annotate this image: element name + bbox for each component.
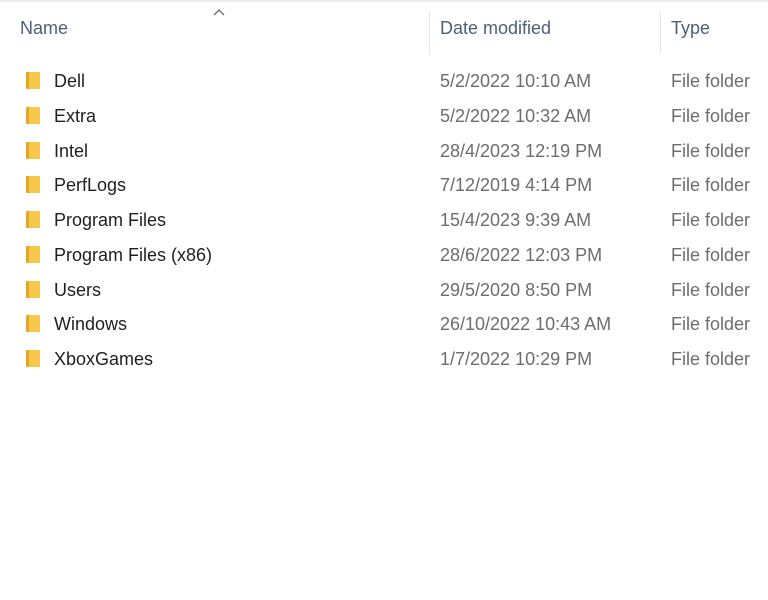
item-date-modified: 7/12/2019 4:14 PM <box>440 175 593 196</box>
item-date-modified: 26/10/2022 10:43 AM <box>440 314 612 335</box>
column-header-name[interactable]: Name <box>20 2 425 54</box>
item-name: Intel <box>54 140 89 161</box>
item-type: File folder <box>671 175 751 196</box>
folder-icon <box>26 72 40 89</box>
list-item[interactable]: PerfLogs 7/12/2019 4:14 PM File folder <box>0 168 768 203</box>
item-type: File folder <box>671 105 751 126</box>
column-header-row: Name Date modified Type <box>0 2 768 54</box>
item-date-modified: 28/4/2023 12:19 PM <box>440 140 603 161</box>
item-name: Program Files <box>54 210 167 230</box>
column-header-date-modified[interactable]: Date modified <box>440 2 655 54</box>
item-type: File folder <box>671 244 751 265</box>
column-header-name-label: Name <box>20 17 69 38</box>
list-item[interactable]: Intel 28/4/2023 12:19 PM File folder <box>0 134 768 169</box>
item-name: XboxGames <box>54 349 154 369</box>
list-item[interactable]: Extra 5/2/2022 10:32 AM File folder <box>0 99 768 134</box>
item-type: File folder <box>671 140 751 161</box>
item-name: Program Files (x86) <box>54 244 213 265</box>
folder-icon <box>26 315 40 333</box>
list-item[interactable]: XboxGames 1/7/2022 10:29 PM File folder <box>0 342 768 377</box>
item-type: File folder <box>671 314 751 335</box>
folder-icon <box>26 106 40 124</box>
list-item[interactable]: Program Files 15/4/2023 9:39 AM File fol… <box>0 203 768 238</box>
folder-icon <box>26 350 40 367</box>
column-header-type-label: Type <box>671 17 711 38</box>
item-type: File folder <box>671 349 751 369</box>
folder-icon <box>26 211 40 228</box>
folder-icon <box>26 141 40 159</box>
list-item[interactable]: Dell 5/2/2022 10:10 AM File folder <box>0 64 768 99</box>
item-name: Windows <box>54 314 128 335</box>
list-item[interactable]: Windows 26/10/2022 10:43 AM File folder <box>0 307 768 342</box>
item-type: File folder <box>671 210 751 230</box>
item-date-modified: 15/4/2023 9:39 AM <box>440 210 592 230</box>
column-header-date-label: Date modified <box>440 17 552 38</box>
item-type: File folder <box>671 71 751 91</box>
item-date-modified: 5/2/2022 10:10 AM <box>440 71 592 91</box>
folder-icon <box>26 245 40 263</box>
folder-icon <box>26 176 40 194</box>
item-type: File folder <box>671 279 751 300</box>
column-separator[interactable] <box>660 12 661 54</box>
item-name: PerfLogs <box>54 175 127 196</box>
item-name: Users <box>54 279 102 300</box>
item-date-modified: 29/5/2020 8:50 PM <box>440 279 593 300</box>
file-list-view: Name Date modified Type Dell 5/2/2022 10… <box>0 0 768 600</box>
folder-icon <box>26 280 40 298</box>
item-date-modified: 28/6/2022 12:03 PM <box>440 244 603 265</box>
column-separator[interactable] <box>429 12 430 54</box>
list-item[interactable]: Program Files (x86) 28/6/2022 12:03 PM F… <box>0 238 768 273</box>
item-date-modified: 1/7/2022 10:29 PM <box>440 349 593 369</box>
item-name: Extra <box>54 105 97 126</box>
file-rows: Dell 5/2/2022 10:10 AM File folder Extra… <box>0 64 768 377</box>
list-item[interactable]: Users 29/5/2020 8:50 PM File folder <box>0 273 768 308</box>
item-name: Dell <box>54 71 86 91</box>
item-date-modified: 5/2/2022 10:32 AM <box>440 105 592 126</box>
column-header-type[interactable]: Type <box>671 2 768 54</box>
